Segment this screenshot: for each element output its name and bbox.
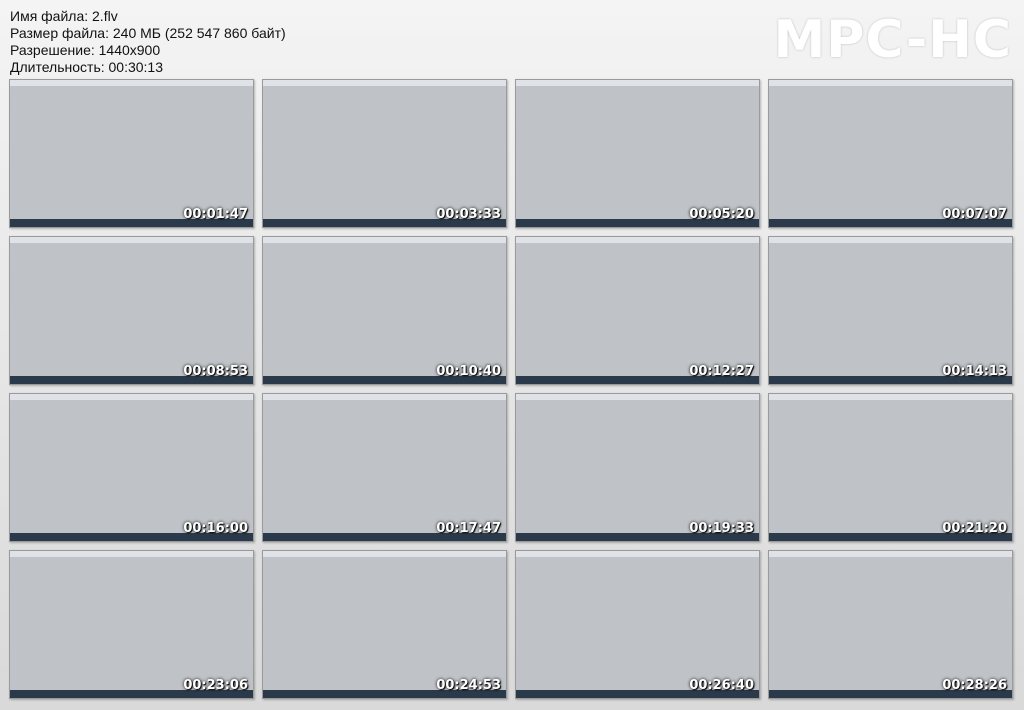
timestamp: 00:23:06 [183, 678, 248, 693]
duration: Длительность: 00:30:13 [10, 59, 164, 75]
thumbnail-placeholder: 00:17:47 [262, 393, 507, 542]
thumbnail-placeholder: 00:08:53 [9, 236, 254, 385]
file-size: Размер файла: 240 МБ (252 547 860 байт) [10, 25, 286, 41]
timestamp: 00:24:53 [436, 678, 501, 693]
file-name: Имя файла: 2.flv [10, 8, 118, 24]
file-info: Имя файла: 2.flv Размер файла: 240 МБ (2… [10, 8, 286, 76]
thumbnail-placeholder: 00:05:20 [515, 79, 760, 228]
thumbnail-placeholder: 00:24:53 [262, 550, 507, 699]
resolution: Разрешение: 1440x900 [10, 42, 161, 58]
thumbnail-placeholder: 00:19:33 [515, 393, 760, 542]
timestamp: 00:05:20 [689, 207, 754, 222]
thumbnail-placeholder: 00:03:33 [262, 79, 507, 228]
thumbnail-placeholder: 00:28:26 [768, 550, 1013, 699]
timestamp: 00:21:20 [942, 521, 1007, 536]
thumbnail-placeholder: 00:07:07 [768, 79, 1013, 228]
timestamp: 00:10:40 [436, 364, 501, 379]
thumbnail-placeholder: 00:14:13 [768, 236, 1013, 385]
timestamp: 00:12:27 [689, 364, 754, 379]
timestamp: 00:16:00 [183, 521, 248, 536]
thumbnail-placeholder: 00:23:06 [9, 550, 254, 699]
timestamp: 00:01:47 [183, 207, 248, 222]
timestamp: 00:03:33 [436, 207, 501, 222]
thumbnail-grid: 00:01:47 00:03:33 00:05:20 00:07:07 00:0… [9, 79, 1013, 699]
timestamp: 00:08:53 [183, 364, 248, 379]
timestamp: 00:28:26 [942, 678, 1007, 693]
timestamp: 00:26:40 [689, 678, 754, 693]
timestamp: 00:19:33 [689, 521, 754, 536]
thumbnail-placeholder: 00:21:20 [768, 393, 1013, 542]
thumbnail-placeholder: 00:12:27 [515, 236, 760, 385]
thumbnail-placeholder: 00:01:47 [9, 79, 254, 228]
timestamp: 00:14:13 [942, 364, 1007, 379]
thumbnail-placeholder: 00:16:00 [9, 393, 254, 542]
thumbnail-placeholder: 00:10:40 [262, 236, 507, 385]
timestamp: 00:17:47 [436, 521, 501, 536]
mpc-hc-logo: MPC-HC [773, 10, 1012, 70]
thumbnail-placeholder: 00:26:40 [515, 550, 760, 699]
timestamp: 00:07:07 [942, 207, 1007, 222]
